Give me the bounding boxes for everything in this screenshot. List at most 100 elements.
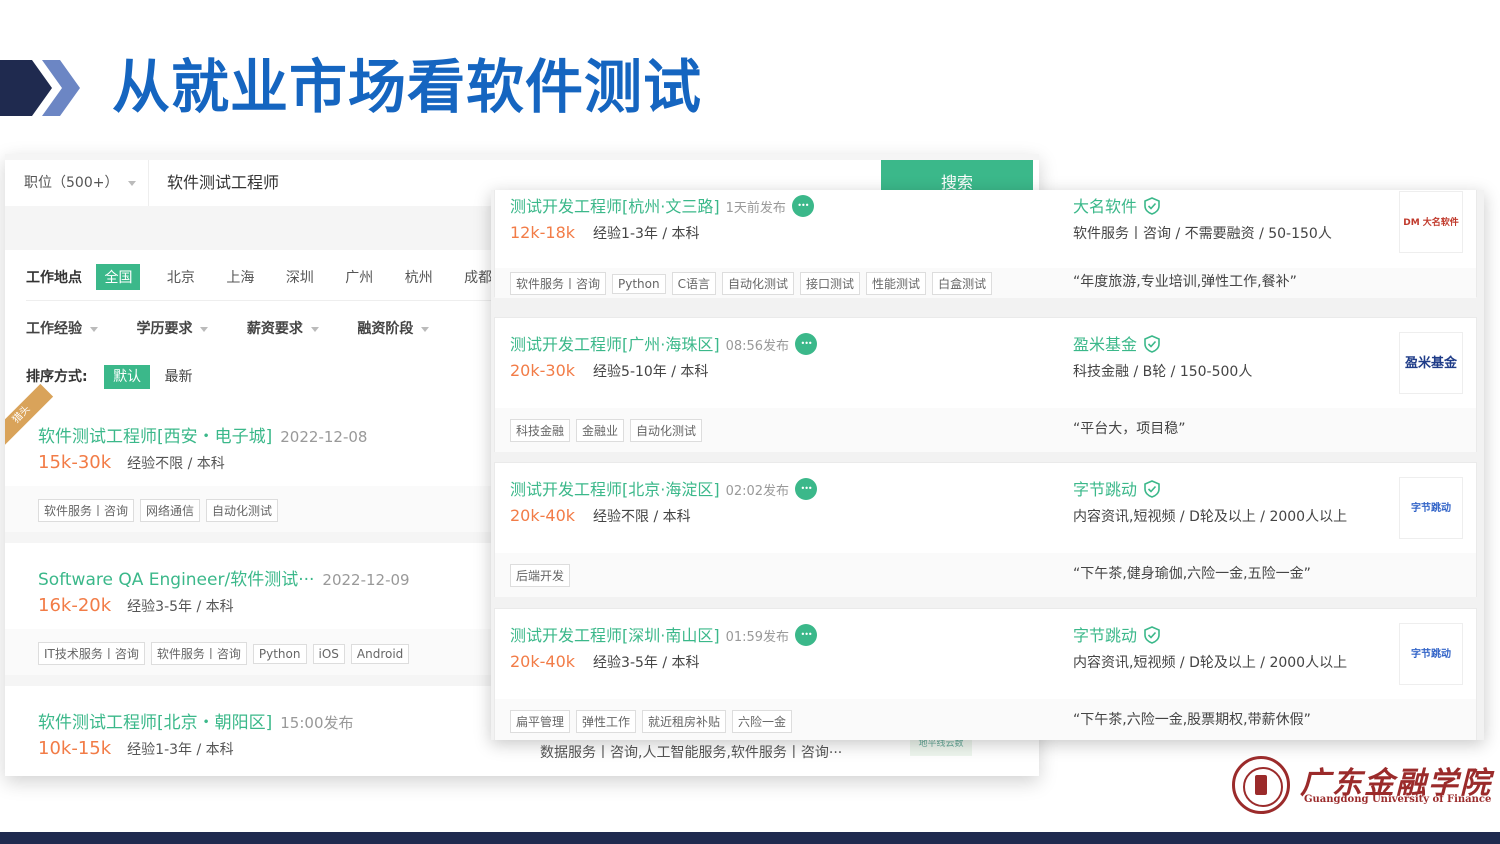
- job-detail-screenshot: 测试开发工程师[杭州·文三路]1天前发布 12k-18k经验1-3年 / 本科 …: [491, 190, 1484, 740]
- company-welfare: “平台大，项目稳”: [1073, 421, 1186, 437]
- job-requirement: 经验不限 / 本科: [593, 509, 691, 525]
- chat-icon[interactable]: [795, 623, 818, 646]
- chat-icon[interactable]: [791, 194, 814, 217]
- job-requirement: 经验1-3年 / 本科: [127, 742, 234, 758]
- verified-shield-icon: [1144, 625, 1160, 644]
- search-input[interactable]: 软件测试工程师: [167, 160, 279, 206]
- location-label: 工作地点: [26, 270, 82, 286]
- job-tag: Android: [350, 644, 410, 664]
- company-name[interactable]: 字节跳动: [1073, 626, 1137, 645]
- city-option[interactable]: 杭州: [400, 265, 438, 289]
- chat-icon[interactable]: [795, 477, 818, 500]
- job-title[interactable]: 测试开发工程师[杭州·文三路]: [510, 197, 720, 216]
- company-info: 软件服务丨咨询 / 不需要融资 / 50-150人: [1073, 226, 1332, 242]
- job-title[interactable]: 测试开发工程师[广州·海珠区]: [510, 335, 720, 354]
- city-option[interactable]: 北京: [162, 265, 200, 289]
- job-requirement: 经验3-5年 / 本科: [127, 599, 234, 615]
- job-title[interactable]: 测试开发工程师[北京·海淀区]: [510, 480, 720, 499]
- slide: 从就业市场看软件测试 职位（500+） 软件测试工程师 搜索 工作地点 全国 北…: [0, 0, 1500, 844]
- job-tags: 科技金融 金融业 自动化测试: [495, 408, 1476, 452]
- job-requirement: 经验1-3年 / 本科: [593, 226, 700, 242]
- job-tag: C语言: [671, 272, 717, 295]
- job-date: 15:00发布: [280, 714, 354, 732]
- company-info: 数据服务丨咨询,人工智能服务,软件服务丨咨询···: [540, 745, 843, 761]
- company-welfare: “年度旅游,专业培训,弹性工作,餐补”: [1073, 274, 1297, 290]
- company-info: 内容资讯,短视频 / D轮及以上 / 2000人以上: [1073, 509, 1348, 525]
- job-salary-line: 15k-30k 经验不限 / 本科: [38, 452, 225, 473]
- job-title[interactable]: Software QA Engineer/软件测试···: [38, 570, 314, 590]
- education-dropdown[interactable]: 学历要求: [136, 318, 209, 338]
- job-tag: 网络通信: [140, 499, 201, 522]
- city-option[interactable]: 广州: [340, 265, 378, 289]
- job-title[interactable]: 软件测试工程师[北京・朝阳区]: [38, 713, 272, 733]
- job-card[interactable]: 测试开发工程师[深圳·南山区] 01:59发布 20k-40k 经验3-5年 / 本…: [494, 608, 1477, 740]
- job-title-line: 测试开发工程师[北京·海淀区] 02:02发布: [510, 476, 818, 502]
- university-name-en: Guangdong University of Finance: [1304, 794, 1492, 805]
- dropdown-label: 学历要求: [136, 321, 193, 337]
- sort-label: 排序方式:: [26, 369, 88, 385]
- job-title-line: Software QA Engineer/软件测试··· 2022-12-09: [38, 565, 410, 590]
- company-logo: 字节跳动: [1399, 623, 1463, 685]
- city-option[interactable]: 深圳: [281, 265, 319, 289]
- company-logo: 盈米基金: [1399, 332, 1463, 394]
- job-tag: 白盒测试: [932, 272, 993, 295]
- city-option[interactable]: 全国: [96, 264, 141, 290]
- job-salary: 15k-30k: [38, 452, 112, 473]
- company-name[interactable]: 盈米基金: [1073, 335, 1137, 354]
- job-salary: 10k-15k: [38, 738, 112, 759]
- job-date: 2022-12-09: [322, 571, 410, 589]
- job-card[interactable]: 测试开发工程师[广州·海珠区] 08:56发布 20k-30k 经验5-10年 / …: [494, 317, 1477, 452]
- job-title-line: 测试开发工程师[深圳·南山区] 01:59发布: [510, 622, 818, 648]
- company-welfare: “下午茶,六险一金,股票期权,带薪休假”: [1073, 712, 1311, 728]
- job-tag: 软件服务丨咨询: [510, 272, 607, 295]
- company-name-line: 字节跳动: [1073, 476, 1161, 500]
- company-info: 科技金融 / B轮 / 150-500人: [1073, 364, 1253, 380]
- job-title-line: 测试开发工程师[广州·海珠区] 08:56发布: [510, 331, 818, 357]
- chevron-down-icon: [90, 326, 98, 332]
- university-logo: 广东金融学院 Guangdong University of Finance: [1232, 756, 1491, 816]
- job-posted-time: 02:02发布: [725, 484, 790, 499]
- double-chevron-icon: [0, 60, 80, 116]
- company-name[interactable]: 字节跳动: [1073, 480, 1137, 499]
- job-tag: 金融业: [576, 419, 625, 442]
- funding-dropdown[interactable]: 融资阶段: [357, 318, 430, 338]
- sort-row: 排序方式: 默认 最新: [26, 365, 193, 389]
- job-tag: 六险一金: [732, 710, 793, 733]
- chat-icon[interactable]: [795, 332, 818, 355]
- job-salary: 16k-20k: [38, 595, 112, 616]
- job-tag: 软件服务丨咨询: [38, 499, 135, 522]
- divider: [26, 300, 496, 301]
- company-name-line: 字节跳动: [1073, 622, 1161, 646]
- job-title[interactable]: 软件测试工程师[西安・电子城]: [38, 427, 272, 447]
- company-name-line: 盈米基金: [1073, 331, 1161, 355]
- job-card[interactable]: 测试开发工程师[北京·海淀区]02:02发布 20k-40k经验不限 / 本科 …: [494, 462, 1477, 597]
- dropdown-filter-row: 工作经验 学历要求 薪资要求 融资阶段: [26, 318, 463, 348]
- job-tag: 后端开发: [510, 564, 571, 587]
- city-option[interactable]: 上海: [221, 265, 259, 289]
- dropdown-label: 融资阶段: [357, 321, 414, 337]
- job-tag: IT技术服务丨咨询: [38, 642, 145, 665]
- position-filter-select[interactable]: 职位（500+）: [5, 160, 149, 206]
- job-title[interactable]: 测试开发工程师[深圳·南山区]: [510, 626, 720, 645]
- job-tag: 就近租房补贴: [642, 710, 727, 733]
- job-tags: 后端开发: [495, 553, 1476, 597]
- job-salary: 20k-40k: [510, 652, 576, 671]
- verified-shield-icon: [1144, 196, 1160, 215]
- job-salary-line: 12k-18k 经验1-3年 / 本科: [510, 223, 700, 243]
- dropdown-label: 薪资要求: [246, 321, 303, 337]
- job-salary: 20k-40k: [510, 506, 576, 525]
- sort-option-newest[interactable]: 最新: [165, 369, 193, 385]
- job-tags: 扁平管理 弹性工作 就近租房补贴 六险一金: [495, 699, 1476, 740]
- job-posted-time: 01:59发布: [725, 630, 790, 645]
- job-card[interactable]: 测试开发工程师[杭州·文三路]1天前发布 12k-18k经验1-3年 / 本科 …: [494, 190, 1477, 298]
- salary-dropdown[interactable]: 薪资要求: [247, 318, 319, 338]
- verified-shield-icon: [1144, 334, 1160, 353]
- company-name[interactable]: 大名软件: [1073, 197, 1137, 216]
- job-salary-line: 20k-30k 经验5-10年 / 本科: [510, 361, 708, 381]
- job-date: 2022-12-08: [280, 428, 368, 446]
- experience-dropdown[interactable]: 工作经验: [26, 318, 98, 338]
- sort-option-default[interactable]: 默认: [104, 365, 151, 389]
- chevron-down-icon: [310, 326, 319, 332]
- job-salary: 20k-30k: [510, 361, 576, 380]
- job-tags: 软件服务丨咨询 Python C语言 自动化测试 接口测试 性能测试 白盒测试: [495, 268, 1476, 298]
